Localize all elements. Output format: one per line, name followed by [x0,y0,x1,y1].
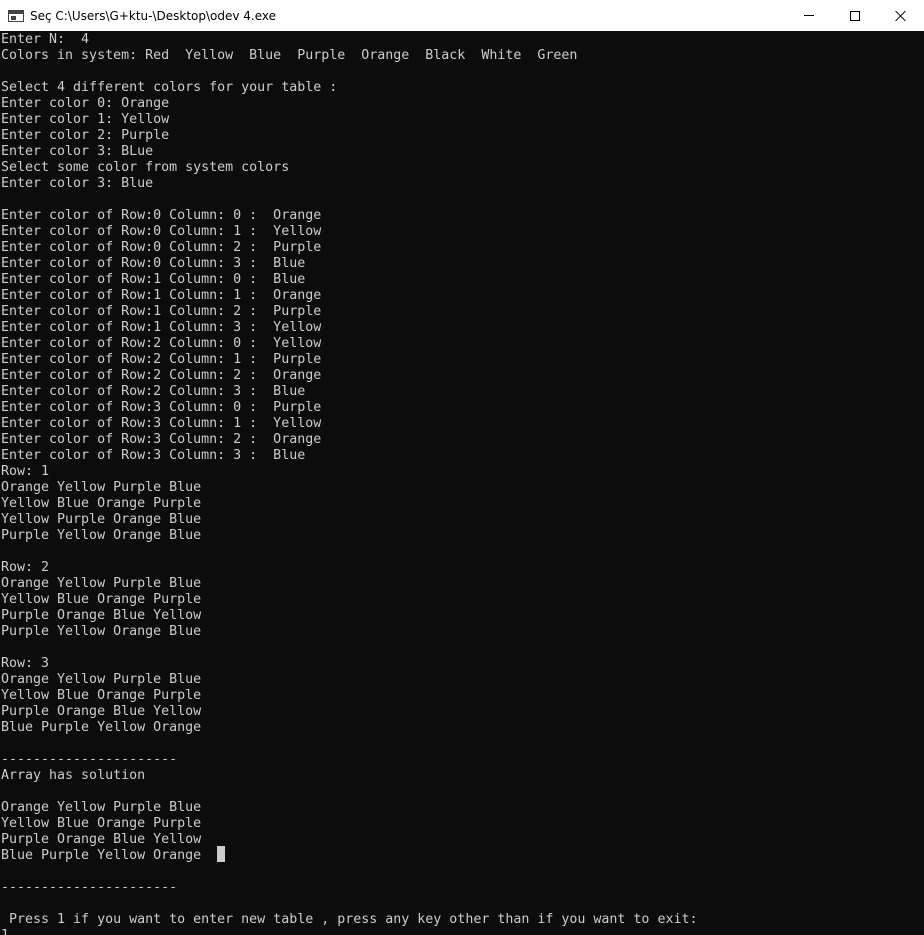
minimize-button[interactable] [786,0,832,31]
console-line: Enter color 0: Orange [1,96,170,111]
console-line: Select 4 different colors for your table… [1,80,338,95]
console-line: Select some color from system colors [1,160,290,175]
console-line: Purple Orange Blue Yellow [1,704,202,719]
console-window: Seç C:\Users\G+ktu-\Desktop\odev 4.exe E… [0,0,924,935]
console-line: ---------------------- [1,752,178,767]
console-line: Row: 2 [1,560,50,575]
console-line: Enter N: 4 [1,32,90,47]
console-line: Enter color of Row:0 Column: 0 : Orange [1,208,322,223]
console-line: Enter color of Row:1 Column: 2 : Purple [1,304,322,319]
console-line: Purple Yellow Orange Blue [1,624,202,639]
console-line: Enter color of Row:0 Column: 2 : Purple [1,240,322,255]
console-line: Enter color 3: Blue [1,176,154,191]
console-line: Array has solution [1,768,146,783]
console-line: Row: 1 [1,464,50,479]
console-line: Enter color of Row:3 Column: 3 : Blue [1,448,306,463]
console-line: Blue Purple Yellow Orange [1,848,202,863]
console-line: Enter color of Row:2 Column: 2 : Orange [1,368,322,383]
console-line: 1 [1,928,697,935]
console-line: Yellow Blue Orange Purple [1,688,202,703]
console-line: Purple Orange Blue Yellow [1,608,202,623]
console-line: Blue Purple Yellow Orange [1,720,202,735]
minimize-icon [804,15,814,16]
console-line: Enter color of Row:3 Column: 2 : Orange [1,432,322,447]
console-line: Enter color of Row:1 Column: 0 : Blue [1,272,306,287]
console-line: Yellow Purple Orange Blue [1,512,202,527]
console-line: Enter color of Row:0 Column: 1 : Yellow [1,224,322,239]
console-line: Orange Yellow Purple Blue [1,672,202,687]
console-line: Orange Yellow Purple Blue [1,576,202,591]
console-app-icon[interactable] [8,9,24,22]
close-icon [895,10,907,22]
console-line: Yellow Blue Orange Purple [1,496,202,511]
console-line: Press 1 if you want to enter new table ,… [1,912,698,927]
console-line: Enter color of Row:1 Column: 3 : Yellow [1,320,322,335]
maximize-button[interactable] [832,0,878,31]
console-line: Orange Yellow Purple Blue [1,800,202,815]
console-line: Enter color of Row:3 Column: 0 : Purple [1,400,322,415]
maximize-icon [850,10,860,21]
console-text: Enter N: 4 Colors in system: Red Yellow B… [1,32,697,935]
console-line: Colors in system: Red Yellow Blue Purple… [1,48,578,63]
console-line: Enter color of Row:3 Column: 1 : Yellow [1,416,322,431]
window-title: Seç C:\Users\G+ktu-\Desktop\odev 4.exe [30,8,277,23]
console-output[interactable]: Enter N: 4 Colors in system: Red Yellow B… [0,31,924,935]
console-line: Enter color 1: Yellow [1,112,170,127]
console-line: Enter color of Row:1 Column: 1 : Orange [1,288,322,303]
console-line: Enter color 2: Purple [1,128,170,143]
console-line: Purple Yellow Orange Blue [1,528,202,543]
console-line: Enter color 3: BLue [1,144,154,159]
text-cursor [217,846,225,862]
console-line: Enter color of Row:2 Column: 0 : Yellow [1,336,322,351]
console-line: ---------------------- [1,880,178,895]
console-line: Enter color of Row:2 Column: 1 : Purple [1,352,322,367]
console-line: Yellow Blue Orange Purple [1,816,202,831]
console-line: Orange Yellow Purple Blue [1,480,202,495]
console-line: Yellow Blue Orange Purple [1,592,202,607]
console-line: Purple Orange Blue Yellow [1,832,202,847]
title-bar[interactable]: Seç C:\Users\G+ktu-\Desktop\odev 4.exe [0,0,924,31]
console-line: Enter color of Row:2 Column: 3 : Blue [1,384,306,399]
console-line: Enter color of Row:0 Column: 3 : Blue [1,256,306,271]
console-line: Row: 3 [1,656,50,671]
close-button[interactable] [878,0,924,31]
